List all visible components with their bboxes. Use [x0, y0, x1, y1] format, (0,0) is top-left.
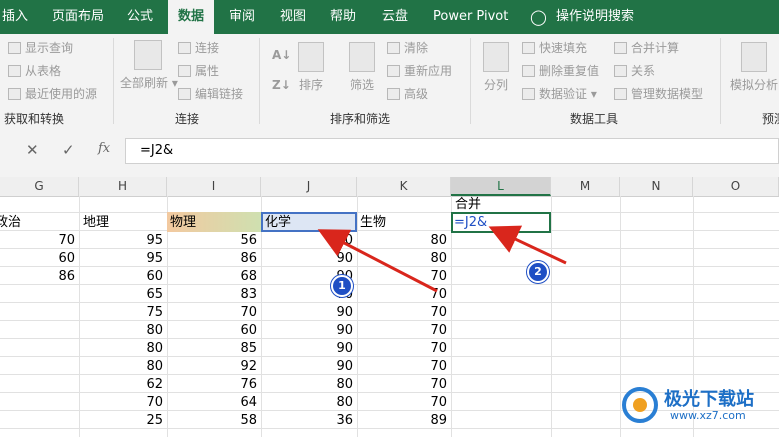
watermark-url: www.xz7.com [670, 409, 746, 422]
annotation-badge-1: 1 [331, 275, 353, 297]
watermark-logo-icon [622, 387, 658, 423]
watermark: 极光下载站 www.xz7.com [620, 383, 770, 427]
watermark-title: 极光下载站 [664, 389, 754, 410]
annotation-arrows [317, 225, 567, 293]
arrow-to-L2 [488, 225, 567, 265]
annotation-badge-2: 2 [527, 261, 549, 283]
